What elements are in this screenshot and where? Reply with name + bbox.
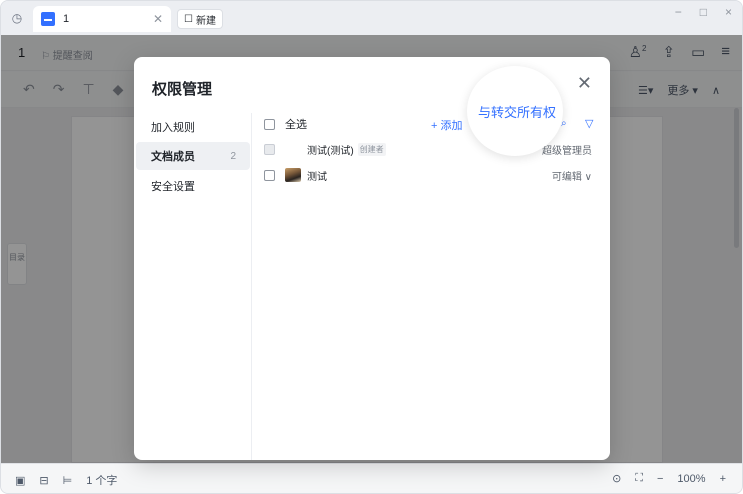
tab-label: 1 — [63, 13, 70, 25]
members-panel: 全选 测试(测试) 创建者 超级管理员 测试 可编辑 ∨ — [252, 113, 610, 460]
zoom-in-button[interactable]: + — [720, 473, 726, 485]
menu-security-settings[interactable]: 安全设置 — [136, 172, 250, 200]
window-controls: − □ × — [675, 5, 732, 19]
play-icon[interactable]: ⊙ — [612, 472, 621, 485]
dialog-title: 权限管理 — [152, 81, 213, 98]
status-left: ▣ ⊟ ⊨ 1 个字 — [15, 472, 117, 488]
new-button-label: 新建 — [195, 15, 216, 27]
member-count: 2 — [230, 150, 236, 162]
status-right: ⊙ ⛶ − 100% + — [612, 472, 726, 485]
document-tab[interactable]: 1 ✕ — [33, 6, 171, 32]
close-window-icon[interactable]: × — [725, 5, 732, 19]
word-count: 1 个字 — [86, 475, 118, 487]
zoom-out-button[interactable]: − — [657, 473, 663, 485]
outline-icon[interactable]: ▣ — [15, 474, 25, 487]
member-role: 超级管理员 — [542, 145, 592, 157]
width-icon[interactable]: ⊨ — [63, 474, 73, 487]
maximize-icon[interactable]: □ — [700, 5, 707, 19]
page-view-icon[interactable]: ⊟ — [39, 474, 48, 487]
history-icon[interactable]: ◷ — [9, 10, 25, 26]
member-role-dropdown[interactable]: 可编辑 ∨ — [552, 168, 592, 183]
creator-badge: 创建者 — [357, 142, 386, 156]
select-all-label: 全选 — [285, 119, 307, 131]
member-name: 测试(测试) — [307, 145, 354, 157]
fullscreen-icon[interactable]: ⛶ — [635, 472, 643, 485]
transfer-ownership-button[interactable]: 与转交所有权 — [478, 102, 556, 121]
filter-icon[interactable]: ▽ — [585, 117, 593, 130]
minimize-icon[interactable]: − — [675, 5, 682, 19]
new-icon: ☐ — [184, 13, 193, 25]
title-bar: ◷ 1 ✕ ☐ 新建 − □ × — [1, 1, 742, 35]
menu-label: 加入规则 — [151, 122, 195, 134]
zoom-level[interactable]: 100% — [677, 473, 705, 485]
status-bar: ▣ ⊟ ⊨ 1 个字 ⊙ ⛶ − 100% + — [1, 463, 742, 493]
new-document-button[interactable]: ☐ 新建 — [177, 9, 223, 29]
dialog-close-icon[interactable]: ✕ — [577, 73, 592, 94]
menu-label: 安全设置 — [151, 181, 195, 193]
member-checkbox[interactable] — [264, 169, 275, 181]
add-member-button[interactable]: + 添加 — [431, 117, 462, 133]
document-icon — [41, 12, 55, 26]
avatar — [285, 168, 301, 182]
select-all-checkbox[interactable] — [264, 118, 275, 130]
menu-join-rules[interactable]: 加入规则 — [136, 113, 250, 141]
member-checkbox — [264, 143, 275, 155]
member-name: 测试 — [307, 171, 327, 183]
menu-label: 文档成员 — [151, 151, 195, 163]
menu-doc-members[interactable]: 文档成员 2 — [136, 142, 250, 170]
avatar — [285, 141, 301, 157]
member-row: 测试 可编辑 ∨ — [264, 164, 600, 186]
dialog-sidebar: 加入规则 文档成员 2 安全设置 — [134, 113, 252, 460]
tab-close-icon[interactable]: ✕ — [153, 12, 163, 26]
